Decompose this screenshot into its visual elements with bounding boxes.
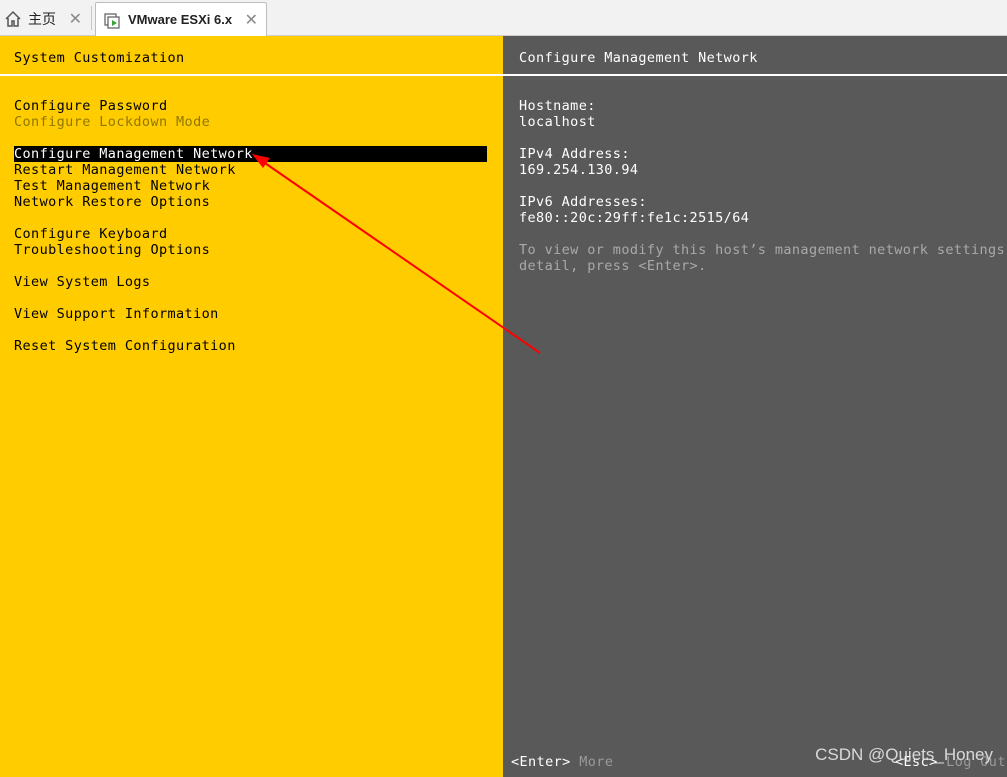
menu-item-configure-password[interactable]: Configure Password [14,98,168,114]
esxi-console[interactable]: System Customization Configure Password … [0,36,1007,777]
tab-vmware-label: VMware ESXi 6.x [128,12,233,27]
vm-icon [104,11,122,29]
ipv6-value: fe80::20c:29ff:fe1c:2515/64 [519,210,750,226]
help-text-line-1: To view or modify this host’s management… [519,242,1007,258]
menu-item-reset-system-configuration[interactable]: Reset System Configuration [14,338,236,354]
menu-item-configure-management-network[interactable]: Configure Management Network [14,146,487,162]
hostname-value: localhost [519,114,596,130]
ipv4-value: 169.254.130.94 [519,162,639,178]
tab-home[interactable]: 主页 ✕ [0,2,90,35]
tab-divider [91,6,92,30]
menu-item-configure-lockdown-mode[interactable]: Configure Lockdown Mode [14,114,210,130]
right-pane-title: Configure Management Network [519,50,758,66]
close-tab-home-icon[interactable]: ✕ [69,9,82,29]
details-pane: Configure Management Network Hostname: l… [503,36,1007,777]
ipv6-label: IPv6 Addresses: [519,194,647,210]
right-pane-header: Configure Management Network [503,36,1007,76]
help-text-line-2: detail, press <Enter>. [519,258,707,274]
enter-action-label: More [579,754,614,770]
tab-bar: 主页 ✕ VMware ESXi 6.x ✕ [0,0,1007,36]
menu-item-troubleshooting-options[interactable]: Troubleshooting Options [14,242,210,258]
menu-item-view-system-logs[interactable]: View System Logs [14,274,150,290]
left-pane-header: System Customization [0,36,503,76]
footer-enter-hint[interactable]: <Enter> More [511,754,613,770]
tab-vmware-esxi[interactable]: VMware ESXi 6.x ✕ [95,2,267,36]
system-customization-pane: System Customization Configure Password … [0,36,503,777]
menu-item-view-support-information[interactable]: View Support Information [14,306,219,322]
ipv4-label: IPv4 Address: [519,146,630,162]
enter-key-label: <Enter> [511,754,571,770]
menu-item-configure-keyboard[interactable]: Configure Keyboard [14,226,168,242]
left-pane-title: System Customization [14,50,185,66]
hostname-label: Hostname: [519,98,596,114]
watermark: CSDN @Quiets_Honey [815,745,993,764]
menu-item-test-management-network[interactable]: Test Management Network [14,178,210,194]
menu-item-network-restore-options[interactable]: Network Restore Options [14,194,210,210]
close-tab-vmware-icon[interactable]: ✕ [245,10,258,30]
home-icon [4,10,22,28]
tab-home-label: 主页 [28,10,56,27]
menu-item-restart-management-network[interactable]: Restart Management Network [14,162,236,178]
